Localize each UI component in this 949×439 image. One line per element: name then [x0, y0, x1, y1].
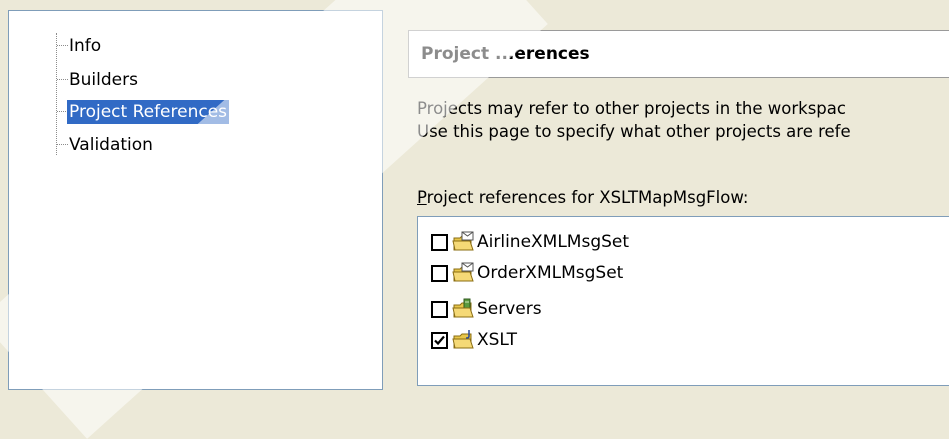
mnemonic-letter: P [417, 188, 427, 207]
list-item-orderxmlmsgset[interactable]: OrderXMLMsgSet [431, 260, 623, 286]
tree-item-label: Builders [69, 70, 138, 90]
project-references-list[interactable]: AirlineXMLMsgSet OrderXMLMsgSet Servers [417, 216, 949, 386]
list-item-label: XSLT [477, 330, 517, 350]
list-item-servers[interactable]: Servers [431, 296, 542, 322]
property-page-tree: Info Builders Project References Validat… [8, 10, 383, 390]
checkbox[interactable] [431, 264, 448, 282]
page-description-line-2: Use this page to specify what other proj… [417, 122, 851, 141]
list-item-xslt[interactable]: XSLT [431, 327, 517, 353]
label-text: roject references for XSLTMapMsgFlow: [426, 188, 749, 207]
check-icon [434, 335, 445, 345]
tree-branch [57, 144, 68, 145]
list-item-airlinexmlmsgset[interactable]: AirlineXMLMsgSet [431, 229, 629, 255]
page-title: Project ...erences [421, 44, 590, 64]
checkbox[interactable] [431, 233, 448, 251]
tree-branch [57, 79, 68, 80]
list-item-label: OrderXMLMsgSet [477, 263, 624, 283]
server-project-folder-icon [452, 298, 476, 320]
project-references-label: Project references for XSLTMapMsgFlow: [417, 188, 749, 207]
msgset-project-folder-icon [452, 231, 476, 253]
tree-item-label: Validation [69, 135, 153, 155]
list-item-label: Servers [477, 299, 542, 319]
java-project-folder-icon [452, 329, 476, 351]
checkbox-checked[interactable] [431, 331, 448, 349]
list-item-label: AirlineXMLMsgSet [477, 232, 630, 252]
page-title-bar: Project ...erences [408, 30, 949, 78]
page-description-line-1: Projects may refer to other projects in … [417, 99, 846, 118]
tree-item-label: Info [69, 36, 102, 56]
tree-branch [57, 45, 68, 46]
tree-connector-line [56, 33, 57, 155]
tree-item-label: Project References [65, 99, 231, 125]
checkbox[interactable] [431, 300, 448, 318]
msgset-project-folder-icon [452, 262, 476, 284]
